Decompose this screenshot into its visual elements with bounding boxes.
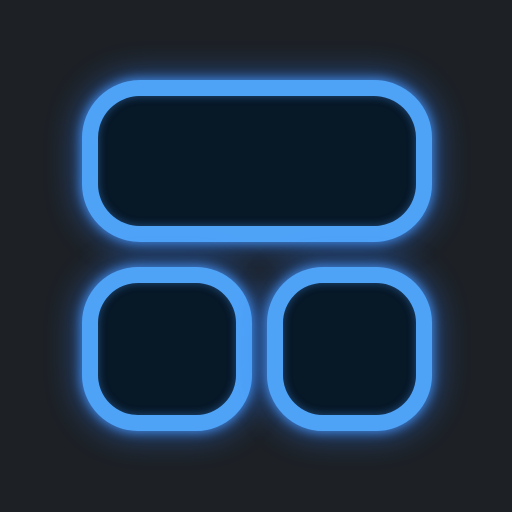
square-bottom-left-tile bbox=[82, 267, 252, 431]
square-bottom-right-tile bbox=[267, 267, 432, 431]
wide-top-tile bbox=[82, 80, 432, 242]
widget-layout-icon bbox=[0, 0, 512, 512]
